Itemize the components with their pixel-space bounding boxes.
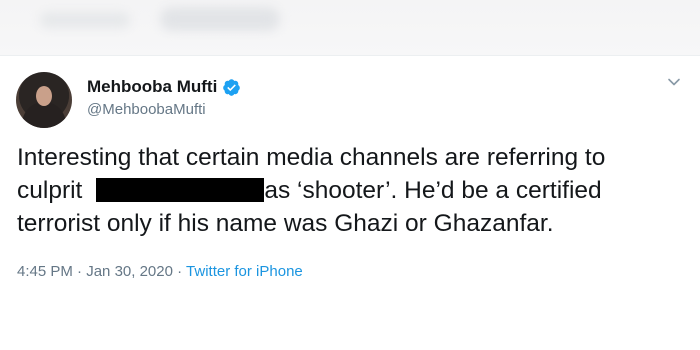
avatar-face xyxy=(36,86,52,106)
tweet-source-link[interactable]: Twitter for iPhone xyxy=(186,263,303,280)
tweet-time[interactable]: 4:45 PM xyxy=(17,263,73,280)
tweet-text: Interesting that certain media channels … xyxy=(17,141,677,240)
tweet-text-line: Interesting that certain media channels … xyxy=(17,144,606,171)
author-handle[interactable]: @MehboobaMufti xyxy=(87,101,206,118)
tweet-text-segment: culprit xyxy=(17,177,83,204)
separator: · xyxy=(177,263,183,280)
blurred-element xyxy=(160,7,280,31)
blurred-header-background xyxy=(0,0,700,55)
separator: · xyxy=(77,263,83,280)
verified-badge-icon xyxy=(223,78,241,96)
avatar[interactable] xyxy=(16,72,72,128)
page-background xyxy=(0,296,700,350)
display-name[interactable]: Mehbooba Mufti xyxy=(87,77,217,97)
tweet-text-segment: as ‘shooter’. He’d be a certified xyxy=(264,177,602,204)
tweet-text-line: terrorist only if his name was Ghazi or … xyxy=(17,210,554,237)
blurred-element xyxy=(40,12,130,28)
chevron-down-icon[interactable] xyxy=(666,74,682,90)
tweet-date[interactable]: Jan 30, 2020 xyxy=(86,263,173,280)
author-name-row[interactable]: Mehbooba Mufti xyxy=(87,77,241,97)
tweet-metadata: 4:45 PM · Jan 30, 2020 · Twitter for iPh… xyxy=(17,263,303,280)
redaction-bar xyxy=(96,178,265,202)
